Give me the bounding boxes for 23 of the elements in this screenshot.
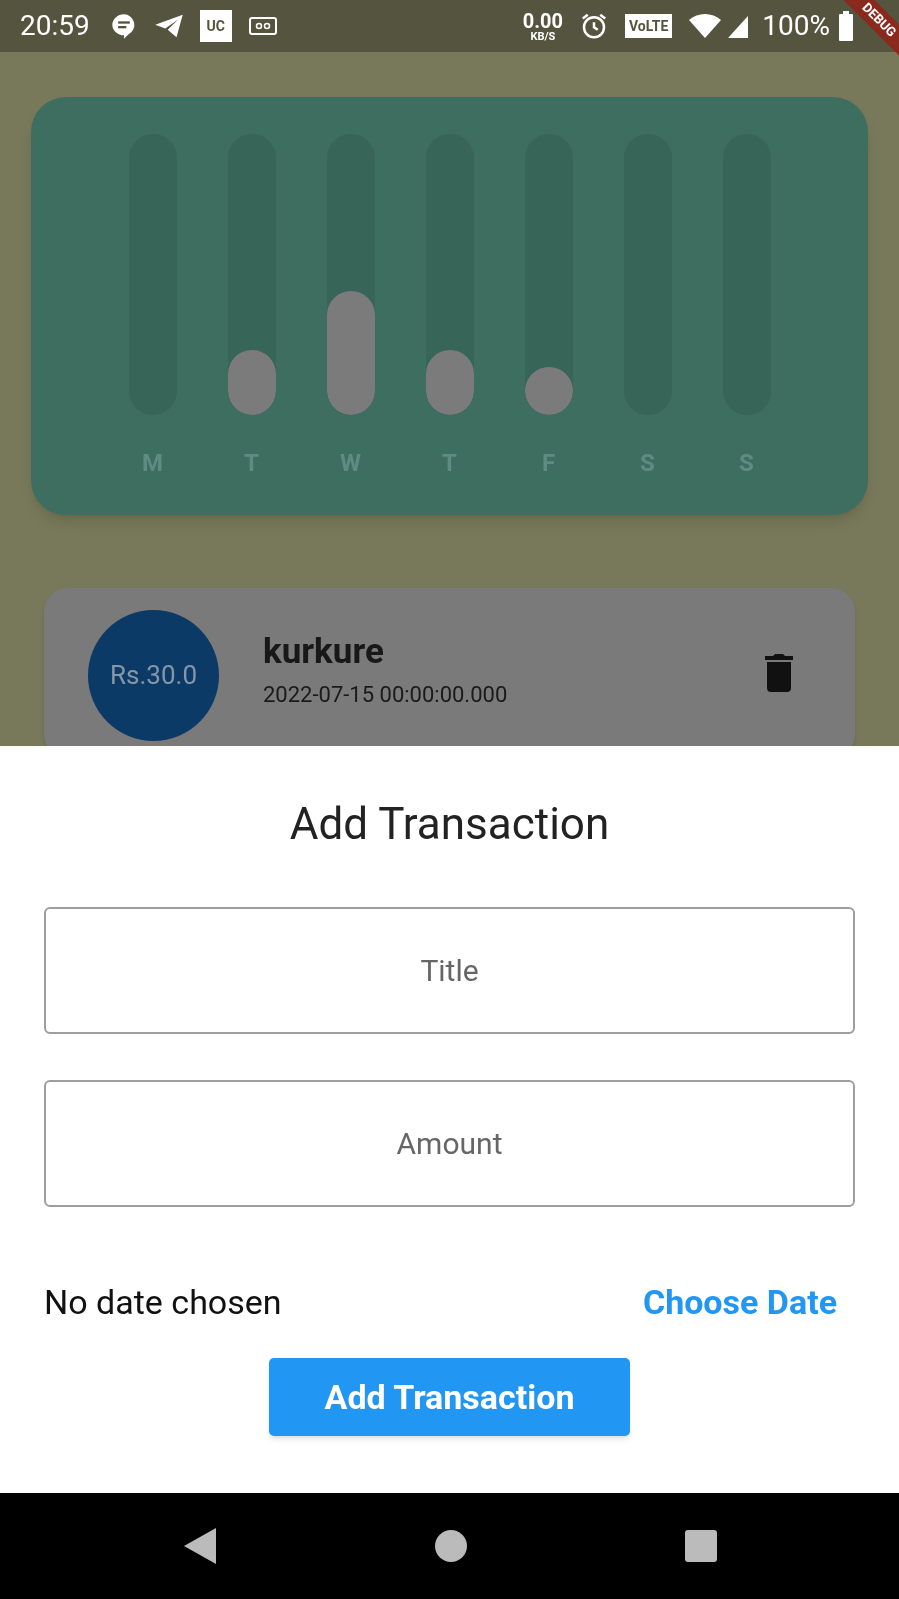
input-field[interactable]: Amount (44, 1080, 855, 1207)
recents-icon[interactable] (684, 1530, 717, 1562)
network-speed: 0.00 (522, 10, 563, 31)
home-icon[interactable] (434, 1530, 467, 1562)
speed-unit: KB/S (530, 30, 556, 42)
battery-percent: 100% (762, 8, 830, 44)
input-field[interactable]: Title (44, 907, 855, 1034)
back-icon[interactable] (182, 1527, 217, 1565)
sheet-title: Add Transaction (289, 797, 610, 852)
app-badge: UC (199, 10, 232, 42)
status-time: 20:59 (20, 8, 90, 44)
send-icon (153, 13, 184, 39)
battery-icon (838, 11, 854, 41)
transaction-title: kurkure (263, 630, 385, 674)
transaction-date: 2022-07-15 00:00:00.000 (263, 680, 509, 709)
voicemail-icon (247, 14, 278, 38)
delete-icon[interactable] (763, 652, 795, 692)
wifi-icon (688, 13, 723, 39)
amount-avatar: Rs.30.0 (88, 610, 219, 741)
volte-badge: VoLTE (624, 14, 673, 38)
add-transaction-button[interactable]: Add Transaction (269, 1358, 630, 1436)
choose-date-link[interactable]: Choose Date (642, 1277, 837, 1328)
date-status: No date chosen (44, 1281, 282, 1324)
